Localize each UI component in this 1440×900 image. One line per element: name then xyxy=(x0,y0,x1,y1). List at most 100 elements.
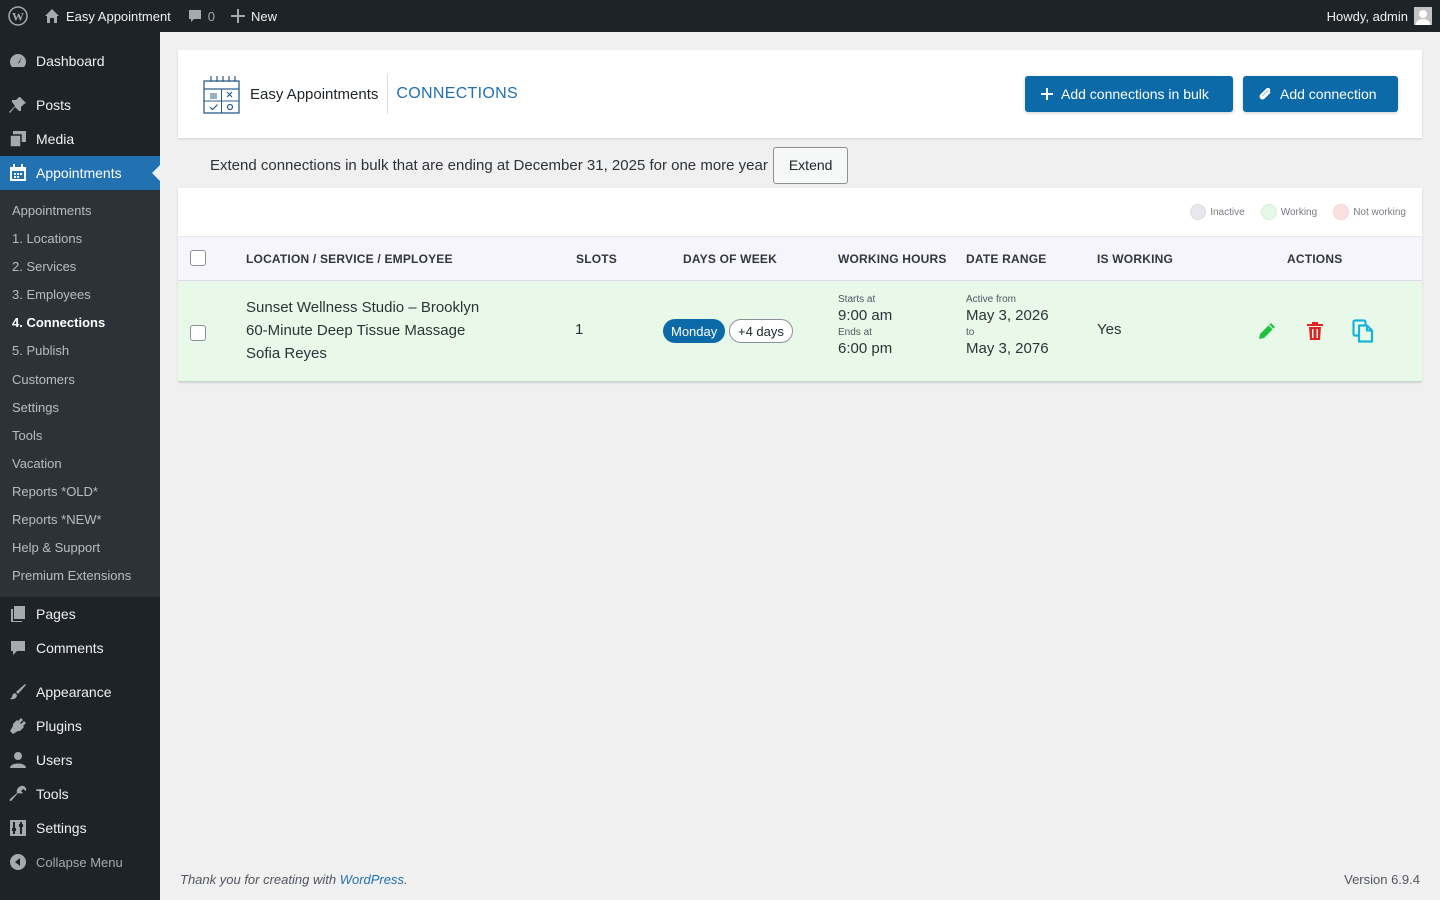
appointments-submenu: Appointments 1. Locations 2. Services 3.… xyxy=(0,190,160,598)
button-label: Add connections in bulk xyxy=(1061,86,1209,102)
legend-not-working: Not working xyxy=(1333,204,1406,220)
menu-label: Dashboard xyxy=(36,53,105,69)
column-header[interactable]: WORKING HOURS xyxy=(838,252,947,266)
plug-icon xyxy=(8,716,28,736)
add-connections-bulk-button[interactable]: Add connections in bulk xyxy=(1025,76,1233,112)
edit-icon[interactable] xyxy=(1255,319,1279,343)
menu-pages[interactable]: Pages xyxy=(0,597,160,631)
working-hours: Starts at 9:00 am Ends at 6:00 pm xyxy=(838,294,892,357)
collapse-menu-button[interactable]: Collapse Menu xyxy=(0,845,160,879)
menu-label: Settings xyxy=(36,820,87,837)
submenu-locations[interactable]: 1. Locations xyxy=(0,225,160,253)
to-label: to xyxy=(966,327,975,338)
menu-users[interactable]: Users xyxy=(0,743,160,777)
menu-plugins[interactable]: Plugins xyxy=(0,709,160,743)
footer-period: . xyxy=(404,872,408,887)
from-label: Active from xyxy=(966,294,1017,305)
ends-label: Ends at xyxy=(838,327,872,338)
day-badge: Monday xyxy=(663,319,726,343)
pages-icon xyxy=(8,604,28,624)
submenu-appointments[interactable]: Appointments xyxy=(0,197,160,225)
comment-icon xyxy=(187,8,203,24)
menu-posts[interactable]: Posts xyxy=(0,88,160,122)
delete-icon[interactable] xyxy=(1303,319,1327,343)
user-icon xyxy=(8,750,28,770)
pin-icon xyxy=(8,95,28,115)
submenu-services[interactable]: 2. Services xyxy=(0,253,160,281)
sliders-icon xyxy=(8,818,28,838)
status-legend: Inactive Working Not working xyxy=(1174,204,1406,220)
date-range: Active from May 3, 2026 to May 3, 2076 xyxy=(966,294,1049,357)
account-menu[interactable]: Howdy, admin xyxy=(1319,0,1440,32)
location-service-employee: Sunset Wellness Studio – Brooklyn 60-Min… xyxy=(246,296,479,365)
column-header[interactable]: LOCATION / SERVICE / EMPLOYEE xyxy=(246,252,453,266)
extend-text: Extend connections in bulk that are endi… xyxy=(210,156,768,174)
menu-media[interactable]: Media xyxy=(0,122,160,156)
select-all-checkbox[interactable] xyxy=(190,250,206,266)
column-header[interactable]: IS WORKING xyxy=(1097,252,1173,266)
more-days-badge[interactable]: +4 days xyxy=(729,319,793,343)
comments-link[interactable]: 0 xyxy=(179,0,223,32)
extend-button[interactable]: Extend xyxy=(772,146,849,184)
menu-label: Appointments xyxy=(36,165,122,181)
home-icon xyxy=(44,8,60,24)
menu-label: Pages xyxy=(36,606,76,623)
table-row[interactable]: Sunset Wellness Studio – Brooklyn 60-Min… xyxy=(178,281,1422,382)
menu-dashboard[interactable]: Dashboard xyxy=(0,44,160,78)
submenu-premium-extensions[interactable]: Premium Extensions xyxy=(0,562,160,590)
admin-sidebar: Dashboard Posts Media Appointments Appoi… xyxy=(0,32,160,900)
submenu-tools[interactable]: Tools xyxy=(0,422,160,450)
menu-label: Appearance xyxy=(36,684,112,701)
submenu-reports-old[interactable]: Reports *OLD* xyxy=(0,478,160,506)
menu-label: Media xyxy=(36,131,75,147)
submenu-publish[interactable]: 5. Publish xyxy=(0,337,160,365)
admin-bar: W Easy Appointment 0 New Howdy, admin xyxy=(0,0,1440,32)
plus-icon xyxy=(1041,88,1061,100)
comments-count: 0 xyxy=(207,8,216,24)
paperclip-icon xyxy=(1259,87,1280,101)
submenu-help-support[interactable]: Help & Support xyxy=(0,534,160,562)
employee-name: Sofia Reyes xyxy=(246,345,327,362)
wordpress-link[interactable]: WordPress xyxy=(340,872,404,887)
starts-label: Starts at xyxy=(838,294,876,305)
wordpress-logo-icon[interactable]: W xyxy=(0,0,36,32)
menu-settings[interactable]: Settings xyxy=(0,811,160,845)
menu-comments[interactable]: Comments xyxy=(0,631,160,665)
plus-icon xyxy=(231,9,246,23)
add-connection-button[interactable]: Add connection xyxy=(1243,76,1398,112)
submenu-vacation[interactable]: Vacation xyxy=(0,450,160,478)
submenu-settings[interactable]: Settings xyxy=(0,394,160,422)
connections-table: Inactive Working Not working LOCATION / … xyxy=(178,188,1422,382)
column-header[interactable]: SLOTS xyxy=(576,252,617,266)
submenu-customers[interactable]: Customers xyxy=(0,366,160,394)
from-value: May 3, 2026 xyxy=(966,307,1049,324)
extend-bar: Extend connections in bulk that are endi… xyxy=(210,146,849,184)
site-name-link[interactable]: Easy Appointment xyxy=(36,0,179,32)
submenu-connections[interactable]: 4. Connections xyxy=(0,309,160,337)
ends-value: 6:00 pm xyxy=(838,340,893,357)
column-header[interactable]: DAYS OF WEEK xyxy=(683,252,777,266)
row-checkbox[interactable] xyxy=(190,325,206,341)
service-name: 60-Minute Deep Tissue Massage xyxy=(246,322,466,339)
calendar-icon xyxy=(8,163,28,183)
version-label: Version 6.9.4 xyxy=(1344,872,1420,887)
column-header[interactable]: DATE RANGE xyxy=(966,252,1046,266)
to-value: May 3, 2076 xyxy=(966,340,1049,357)
comment-icon xyxy=(8,638,28,658)
duplicate-icon[interactable] xyxy=(1351,319,1375,343)
submenu-reports-new[interactable]: Reports *NEW* xyxy=(0,506,160,534)
submenu-employees[interactable]: 3. Employees xyxy=(0,281,160,309)
menu-appearance[interactable]: Appearance xyxy=(0,675,160,709)
menu-tools[interactable]: Tools xyxy=(0,777,160,811)
dashboard-icon xyxy=(8,51,28,71)
greeting: Howdy, admin xyxy=(1326,8,1408,24)
wrench-icon xyxy=(8,784,28,804)
legend-working: Working xyxy=(1260,204,1317,220)
starts-value: 9:00 am xyxy=(838,307,893,324)
table-header: LOCATION / SERVICE / EMPLOYEE SLOTS DAYS… xyxy=(178,236,1422,281)
avatar xyxy=(1414,7,1432,25)
slots-value: 1 xyxy=(575,321,584,338)
menu-label: Plugins xyxy=(36,718,82,735)
new-content-link[interactable]: New xyxy=(223,0,285,32)
menu-appointments[interactable]: Appointments xyxy=(0,156,160,190)
